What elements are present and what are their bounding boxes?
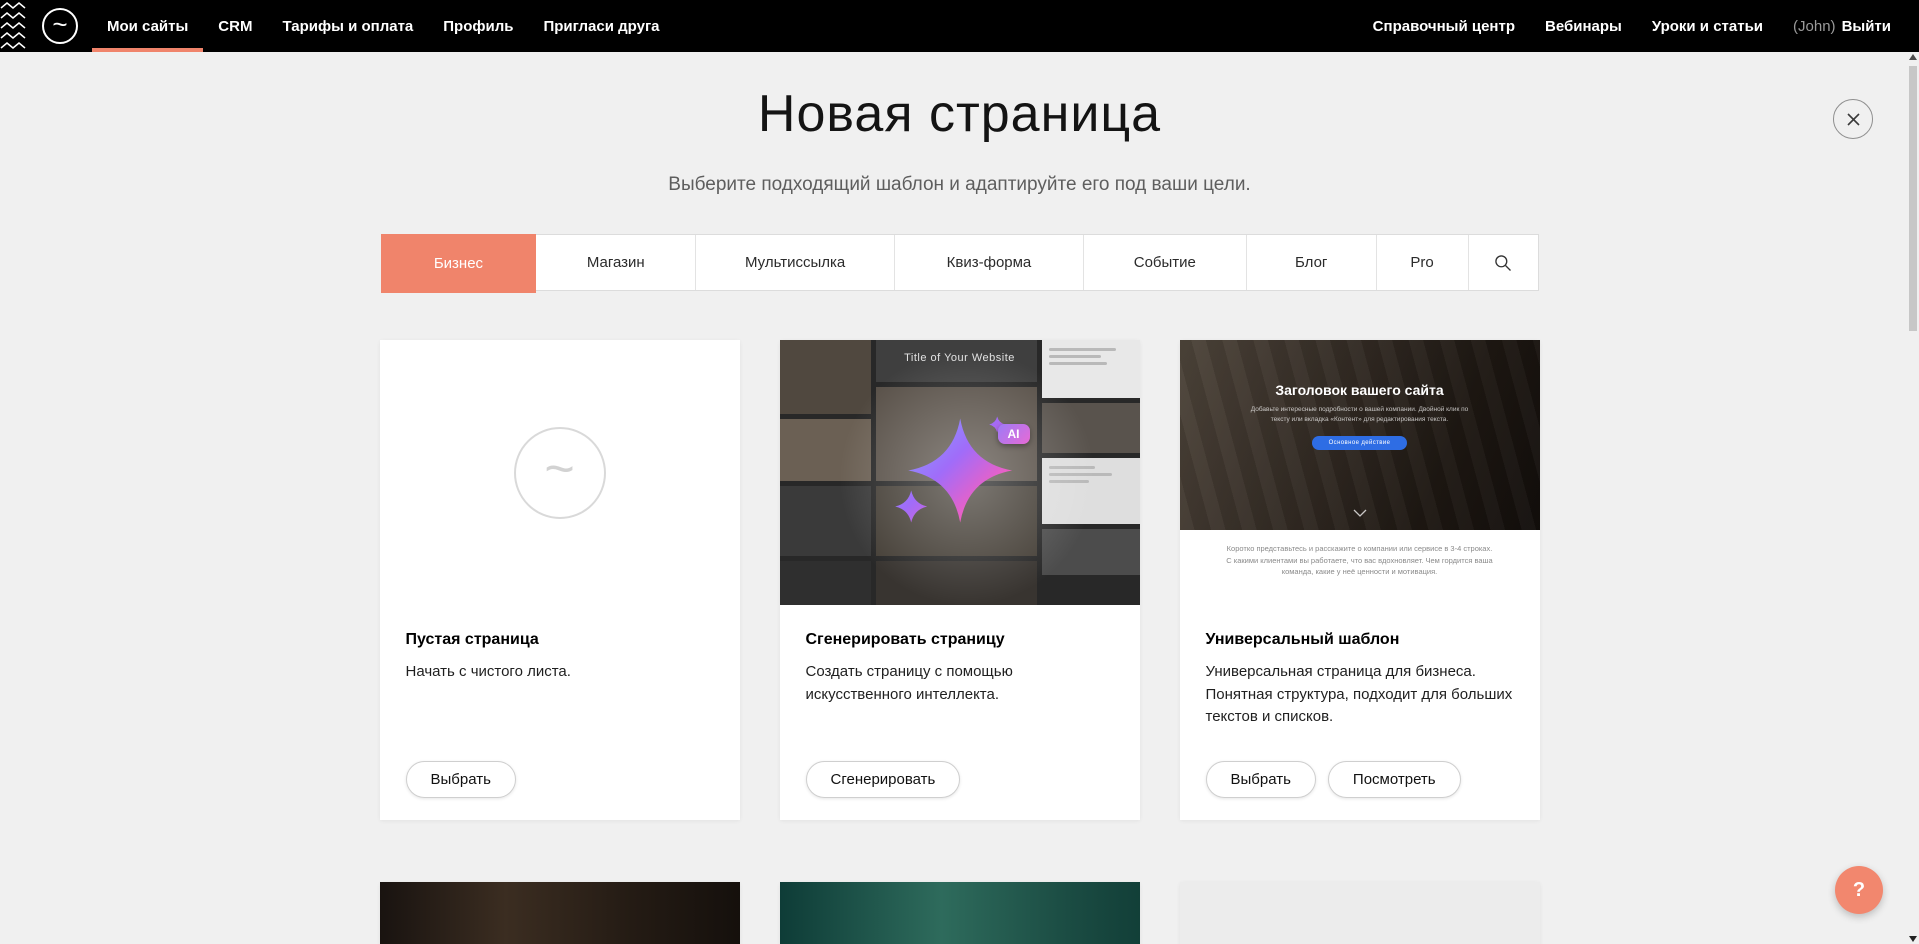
template-grid: ~ Пустая страница Начать с чистого листа…: [380, 340, 1540, 820]
search-icon: [1493, 253, 1513, 273]
card-blank-page: ~ Пустая страница Начать с чистого листа…: [380, 340, 740, 820]
template-5-preview: [780, 882, 1140, 944]
tab-pro[interactable]: Pro: [1377, 235, 1469, 290]
ai-badge: AI: [998, 424, 1030, 444]
template-grid-row2: [380, 882, 1540, 944]
tilda-watermark-icon: ~: [514, 427, 606, 519]
nav-lessons[interactable]: Уроки и статьи: [1637, 18, 1778, 35]
card-actions: Выбрать Посмотреть: [1206, 761, 1461, 798]
secondary-nav: Справочный центр Вебинары Уроки и статьи…: [1358, 0, 1919, 52]
tab-event[interactable]: Событие: [1084, 235, 1247, 290]
chevron-down-icon: [1353, 504, 1367, 522]
top-navbar: ~ Мои сайты CRM Тарифы и оплата Профиль …: [0, 0, 1919, 52]
tab-multilink[interactable]: Мультиссылка: [696, 235, 895, 290]
template-category-tabs: Бизнес Магазин Мультиссылка Квиз-форма С…: [381, 234, 1539, 291]
ai-preview: Title of Your Website: [780, 340, 1140, 605]
tab-business[interactable]: Бизнес: [381, 234, 537, 293]
universal-template-preview: Заголовок вашего сайта Добавьте интересн…: [1180, 340, 1540, 605]
main-nav: Мои сайты CRM Тарифы и оплата Профиль Пр…: [92, 0, 675, 52]
view-template-button[interactable]: Посмотреть: [1328, 761, 1461, 798]
template-body: Коротко представьтесь и расскажите о ком…: [1180, 530, 1540, 605]
card-title: Универсальный шаблон: [1180, 605, 1540, 649]
scroll-down-icon[interactable]: [1909, 936, 1917, 942]
card-title: Сгенерировать страницу: [780, 605, 1140, 649]
nav-webinars[interactable]: Вебинары: [1530, 18, 1637, 35]
card-universal-template: Заголовок вашего сайта Добавьте интересн…: [1180, 340, 1540, 820]
tab-quiz-form[interactable]: Квиз-форма: [895, 235, 1084, 290]
card-template-4[interactable]: [380, 882, 740, 944]
blank-page-preview: ~: [380, 340, 740, 605]
card-description: Универсальная страница для бизнеса. Поня…: [1180, 649, 1540, 729]
scrollbar[interactable]: [1908, 54, 1918, 942]
zigzag-pattern-icon: [0, 0, 26, 52]
template-body-text: Коротко представьтесь и расскажите о ком…: [1224, 543, 1496, 578]
template-6-preview: [1180, 882, 1540, 944]
nav-profile[interactable]: Профиль: [428, 0, 528, 52]
card-actions: Выбрать: [406, 761, 516, 798]
user-logout[interactable]: (John) Выйти: [1778, 18, 1891, 35]
card-description: Создать страницу с помощью искусственног…: [780, 649, 1140, 706]
close-button[interactable]: [1833, 99, 1873, 139]
tilda-logo[interactable]: ~: [42, 8, 78, 44]
tab-store[interactable]: Магазин: [536, 235, 696, 290]
generate-button[interactable]: Сгенерировать: [806, 761, 961, 798]
card-ai-generate: Title of Your Website: [780, 340, 1140, 820]
tilda-logo-glyph: ~: [52, 9, 67, 40]
template-hero-subtext: Добавьте интересные подробности о вашей …: [1241, 405, 1479, 425]
close-icon: [1846, 112, 1861, 127]
nav-help-center[interactable]: Справочный центр: [1358, 18, 1530, 35]
logout-link[interactable]: Выйти: [1842, 18, 1891, 35]
ai-preview-site-title: Title of Your Website: [780, 352, 1140, 364]
card-template-6[interactable]: [1180, 882, 1540, 944]
scroll-up-icon[interactable]: [1909, 54, 1917, 60]
select-template-button[interactable]: Выбрать: [1206, 761, 1316, 798]
tab-blog[interactable]: Блог: [1247, 235, 1377, 290]
card-actions: Сгенерировать: [806, 761, 961, 798]
page-title: Новая страница: [0, 84, 1919, 144]
card-description: Начать с чистого листа.: [380, 649, 740, 684]
tab-search[interactable]: [1469, 235, 1538, 290]
card-template-5[interactable]: [780, 882, 1140, 944]
template-hero: Заголовок вашего сайта Добавьте интересн…: [1180, 340, 1540, 530]
nav-tariffs[interactable]: Тарифы и оплата: [267, 0, 428, 52]
ai-sparkle-icon: [875, 400, 1035, 545]
select-blank-button[interactable]: Выбрать: [406, 761, 516, 798]
nav-my-sites[interactable]: Мои сайты: [92, 0, 203, 52]
user-name: (John): [1793, 18, 1836, 35]
card-title: Пустая страница: [380, 605, 740, 649]
help-button[interactable]: ?: [1835, 866, 1883, 914]
nav-crm[interactable]: CRM: [203, 0, 267, 52]
template-hero-cta: Основное действие: [1312, 436, 1408, 450]
scrollbar-thumb[interactable]: [1909, 66, 1917, 331]
template-4-preview: [380, 882, 740, 944]
app-root: ~ Мои сайты CRM Тарифы и оплата Профиль …: [0, 0, 1919, 944]
nav-invite-friend[interactable]: Пригласи друга: [528, 0, 674, 52]
template-hero-title: Заголовок вашего сайта: [1275, 382, 1443, 398]
page-subtitle: Выберите подходящий шаблон и адаптируйте…: [0, 174, 1919, 196]
